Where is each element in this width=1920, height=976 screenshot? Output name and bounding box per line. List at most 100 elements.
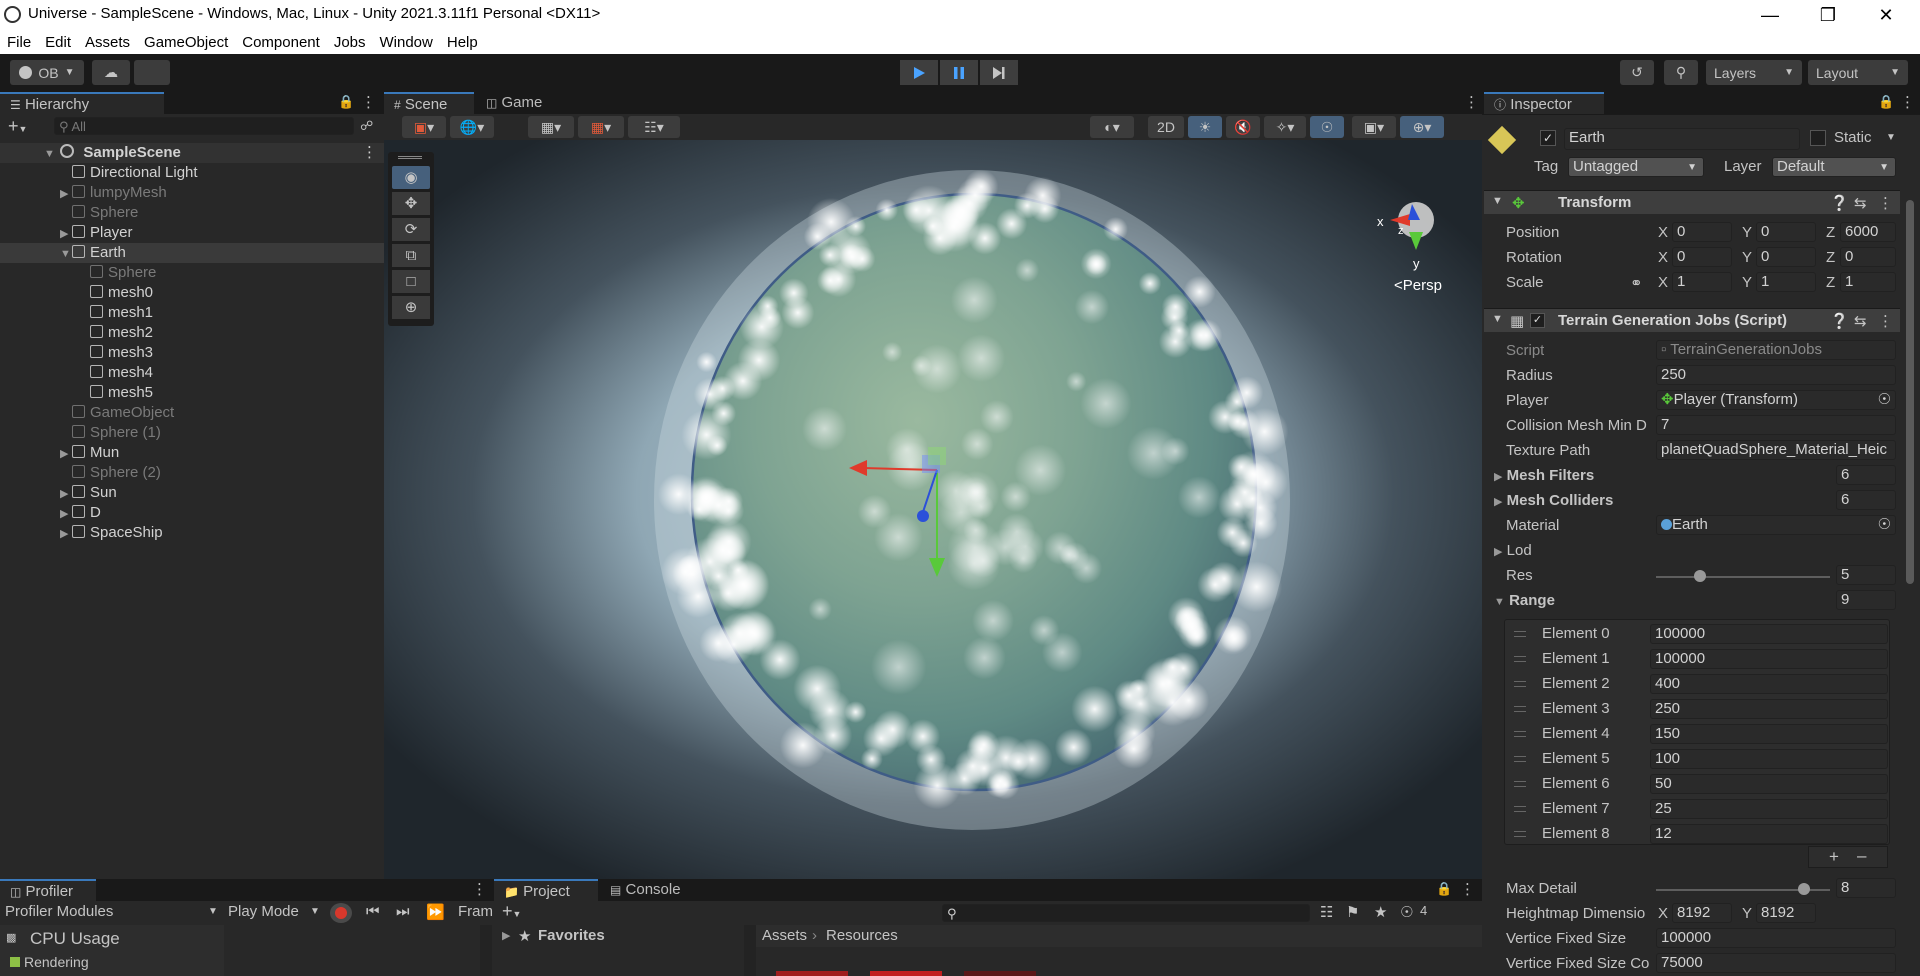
range-size-field[interactable]: 9 xyxy=(1836,590,1896,610)
project-search-input[interactable]: ⚲ xyxy=(942,904,1310,922)
hierarchy-item[interactable]: Sphere (2) xyxy=(0,463,384,483)
hierarchy-item[interactable]: ▶ Mun xyxy=(0,443,384,463)
hierarchy-item[interactable]: mesh3 xyxy=(0,343,384,363)
asset-thumbnail[interactable] xyxy=(964,971,1036,976)
hierarchy-item[interactable]: mesh0 xyxy=(0,283,384,303)
scale-y-axis-label[interactable]: Y xyxy=(1742,274,1752,291)
breadcrumb-assets[interactable]: Assets xyxy=(762,927,807,944)
rotation-y-axis-label[interactable]: Y xyxy=(1742,249,1752,266)
hierarchy-search-input[interactable]: ⚲ All xyxy=(54,117,354,135)
record-button[interactable] xyxy=(330,903,352,923)
inspector-scrollbar[interactable] xyxy=(1906,200,1914,584)
previous-frame-button[interactable]: ⏮ xyxy=(366,903,380,920)
play-button[interactable] xyxy=(900,60,938,85)
lock-icon[interactable]: 🔒 xyxy=(1436,881,1452,897)
vfs2-field[interactable]: 75000 xyxy=(1656,953,1896,973)
object-name-field[interactable]: Earth xyxy=(1564,128,1800,150)
project-tree-scrollbar[interactable] xyxy=(744,925,756,976)
expand-arrow-icon[interactable]: ▶ xyxy=(60,224,72,244)
reorder-handle-icon[interactable] xyxy=(1514,806,1526,812)
static-checkbox[interactable] xyxy=(1810,130,1826,146)
rotation-z-field[interactable]: 0 xyxy=(1840,247,1896,267)
effects-dropdown[interactable]: ✧ ▾ xyxy=(1264,116,1306,138)
scene-visibility-icon[interactable]: ☍ xyxy=(360,118,373,134)
help-icon[interactable]: ❔ xyxy=(1830,312,1849,330)
scale-x-field[interactable]: 1 xyxy=(1672,272,1732,292)
grid-snap-dropdown[interactable]: ▦ ▾ xyxy=(578,116,624,138)
more-options-icon[interactable]: ⋮ xyxy=(1464,93,1479,111)
rotation-x-field[interactable]: 0 xyxy=(1672,247,1732,267)
reorder-handle-icon[interactable] xyxy=(1514,681,1526,687)
position-z-field[interactable]: 6000 xyxy=(1840,222,1896,242)
hidden-packages-icon[interactable]: ☉ xyxy=(1400,903,1413,921)
tab-game[interactable]: ◫ Game xyxy=(476,92,556,114)
tab-console[interactable]: ▤ Console xyxy=(600,879,700,901)
tab-profiler[interactable]: ◫ Profiler xyxy=(0,879,96,901)
tab-hierarchy[interactable]: ☰ Hierarchy xyxy=(0,92,164,114)
presets-icon[interactable]: ⇆ xyxy=(1854,312,1867,330)
undo-history-button[interactable]: ↺ xyxy=(1620,60,1654,85)
range-element-field[interactable]: 100000 xyxy=(1650,624,1888,644)
profiler-scrollbar[interactable] xyxy=(480,925,492,976)
range-element-field[interactable]: 50 xyxy=(1650,774,1888,794)
scene-viewport[interactable]: x y z <Persp xyxy=(384,140,1482,879)
menu-help[interactable]: Help xyxy=(447,34,478,51)
tag-dropdown[interactable]: Untagged ▼ xyxy=(1568,157,1704,177)
add-element-button[interactable]: + xyxy=(1829,847,1839,867)
create-asset-button[interactable]: +▼ xyxy=(502,901,521,922)
active-checkbox[interactable]: ✓ xyxy=(1540,130,1556,146)
material-field[interactable]: Earth ☉ xyxy=(1656,515,1896,535)
hierarchy-item[interactable]: ▶ Sun xyxy=(0,483,384,503)
range-element-field[interactable]: 25 xyxy=(1650,799,1888,819)
max-detail-field[interactable]: 8 xyxy=(1836,878,1896,898)
search-button[interactable]: ⚲ xyxy=(1664,60,1698,85)
res-slider-track[interactable] xyxy=(1656,576,1830,578)
mesh-filters-count[interactable]: 6 xyxy=(1836,465,1896,485)
camera-dropdown[interactable]: ▣ ▾ xyxy=(1352,116,1396,138)
range-element-field[interactable]: 12 xyxy=(1650,824,1888,844)
scale-z-field[interactable]: 1 xyxy=(1840,272,1896,292)
mesh-colliders-label[interactable]: ▶ Mesh Colliders xyxy=(1494,492,1613,509)
hierarchy-item[interactable]: mesh2 xyxy=(0,323,384,343)
search-by-type-icon[interactable]: ☷ xyxy=(1320,903,1333,921)
radius-field[interactable]: 250 xyxy=(1656,365,1896,385)
object-picker-icon[interactable]: ☉ xyxy=(1878,391,1891,409)
hierarchy-item[interactable]: mesh4 xyxy=(0,363,384,383)
max-detail-slider-knob[interactable] xyxy=(1797,883,1810,895)
toggle-2d-button[interactable]: 2D xyxy=(1148,116,1184,138)
hierarchy-item[interactable]: ▶ lumpyMesh xyxy=(0,183,384,203)
more-options-icon[interactable]: ⋮ xyxy=(1900,93,1915,111)
asset-thumbnail[interactable] xyxy=(776,971,848,976)
res-slider-knob[interactable] xyxy=(1693,570,1706,582)
hierarchy-item[interactable]: ▶ SpaceShip xyxy=(0,523,384,543)
more-options-icon[interactable]: ⋮ xyxy=(1460,880,1475,898)
hierarchy-item[interactable]: Sphere xyxy=(0,203,384,223)
collision-field[interactable]: 7 xyxy=(1656,415,1896,435)
position-z-axis-label[interactable]: Z xyxy=(1826,224,1835,241)
menu-gameobject[interactable]: GameObject xyxy=(144,34,228,51)
rotate-tool-button[interactable]: ⟳ xyxy=(392,218,430,241)
menu-component[interactable]: Component xyxy=(242,34,320,51)
heightmap-x-field[interactable]: 8192 xyxy=(1672,903,1732,923)
reorder-handle-icon[interactable] xyxy=(1514,831,1526,837)
minimize-button[interactable]: — xyxy=(1742,0,1798,30)
favorites-label[interactable]: Favorites xyxy=(538,927,605,944)
menu-jobs[interactable]: Jobs xyxy=(334,34,366,51)
expand-arrow-icon[interactable]: ▶ xyxy=(60,184,72,204)
view-tool-button[interactable]: ◉ xyxy=(392,166,430,189)
scene-row[interactable]: ▼ SampleScene ⋮ xyxy=(0,143,384,163)
current-frame-button[interactable]: ⏩ xyxy=(426,903,445,921)
cloud-button[interactable]: ☁ xyxy=(92,60,130,85)
create-plus-button[interactable]: +▼ xyxy=(8,116,27,137)
expand-arrow-icon[interactable]: ▶ xyxy=(60,484,72,504)
position-x-field[interactable]: 0 xyxy=(1672,222,1732,242)
collab-button[interactable] xyxy=(134,60,170,85)
lighting-toggle[interactable]: ☀ xyxy=(1188,116,1222,138)
more-options-icon[interactable]: ⋮ xyxy=(362,143,377,163)
rotation-x-axis-label[interactable]: X xyxy=(1658,249,1668,266)
audio-toggle[interactable]: 🔇 xyxy=(1226,116,1260,138)
restore-button[interactable]: ❐ xyxy=(1800,0,1856,30)
palette-handle[interactable] xyxy=(398,156,422,159)
chevron-down-icon[interactable]: ▼ xyxy=(1886,132,1896,143)
hierarchy-item[interactable]: Directional Light xyxy=(0,163,384,183)
